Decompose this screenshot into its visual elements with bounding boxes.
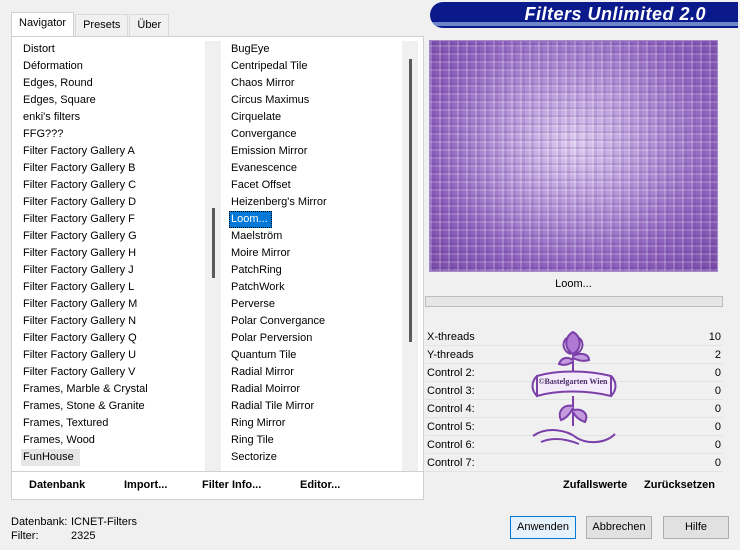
- filter-item[interactable]: Radial Tile Mirror: [229, 398, 409, 415]
- tab-about[interactable]: Über: [129, 14, 170, 36]
- category-item[interactable]: Frames, Wood: [21, 432, 201, 449]
- category-item[interactable]: Déformation: [21, 58, 201, 75]
- filter-scrollbar-thumb[interactable]: [409, 59, 412, 342]
- parameter-value[interactable]: 2: [715, 346, 721, 364]
- import-button[interactable]: Import...: [124, 479, 167, 491]
- category-item[interactable]: Filter Factory Gallery C: [21, 177, 201, 194]
- category-item[interactable]: Filter Factory Gallery H: [21, 245, 201, 262]
- filter-item[interactable]: Cirquelate: [229, 109, 409, 126]
- filter-item[interactable]: Polar Convergance: [229, 313, 409, 330]
- filter-item[interactable]: Heizenberg's Mirror: [229, 194, 409, 211]
- category-item[interactable]: Filter Factory Gallery B: [21, 160, 201, 177]
- category-item[interactable]: Filter Factory Gallery A: [21, 143, 201, 160]
- filter-item[interactable]: Facet Offset: [229, 177, 409, 194]
- filter-list[interactable]: BugEye Centripedal Tile Chaos Mirror Circus…: [229, 41, 409, 466]
- tab-navigator[interactable]: Navigator: [11, 12, 75, 36]
- filter-item[interactable]: Perverse: [229, 296, 409, 313]
- category-item[interactable]: Frames, Textured: [21, 415, 201, 432]
- parameter-label: Control 3:: [427, 385, 475, 397]
- filter-count-label: Filter:: [11, 530, 39, 542]
- category-item[interactable]: Frames, Marble & Crystal: [21, 381, 201, 398]
- category-scrollbar-thumb[interactable]: [212, 208, 215, 278]
- parameter-row[interactable]: Control 7: 0: [425, 454, 723, 472]
- parameter-label: Control 7:: [427, 457, 475, 469]
- parameter-value[interactable]: 10: [709, 328, 721, 346]
- category-item[interactable]: Filter Factory Gallery L: [21, 279, 201, 296]
- category-item[interactable]: Filter Factory Gallery N: [21, 313, 201, 330]
- watermark-text: ©Bastelgarten Wien: [538, 377, 608, 386]
- parameter-value[interactable]: 0: [715, 454, 721, 472]
- bastelgarten-watermark: [531, 330, 617, 445]
- parameter-label: Control 4:: [427, 403, 475, 415]
- category-item[interactable]: Filter Factory Gallery G: [21, 228, 201, 245]
- category-item[interactable]: Filter Factory Gallery V: [21, 364, 201, 381]
- apply-button[interactable]: Anwenden: [510, 516, 576, 539]
- preview-image: [429, 40, 718, 272]
- database-label: Datenbank:: [11, 516, 68, 528]
- title-banner: Filters Unlimited 2.0: [430, 2, 738, 28]
- category-item[interactable]: Edges, Round: [21, 75, 201, 92]
- banner-title: Filters Unlimited 2.0: [524, 4, 706, 24]
- parameter-label: Y-threads: [427, 349, 474, 361]
- parameter-label: X-threads: [427, 331, 475, 343]
- progress-bar: [425, 296, 723, 307]
- editor-button[interactable]: Editor...: [300, 479, 340, 491]
- filter-item[interactable]: PatchRing: [229, 262, 409, 279]
- filter-scrollbar[interactable]: [402, 41, 418, 471]
- filter-item[interactable]: BugEye: [229, 41, 409, 58]
- tab-presets[interactable]: Presets: [75, 14, 129, 36]
- category-item[interactable]: FunHouse: [21, 449, 80, 466]
- database-value: ICNET-Filters: [71, 516, 137, 528]
- parameter-value[interactable]: 0: [715, 364, 721, 382]
- tab-bar: Navigator Presets Über: [11, 12, 170, 36]
- category-item[interactable]: Distort: [21, 41, 201, 58]
- category-item[interactable]: Frames, Stone & Granite: [21, 398, 201, 415]
- filter-item[interactable]: Circus Maximus: [229, 92, 409, 109]
- category-item[interactable]: Edges, Square: [21, 92, 201, 109]
- category-item[interactable]: FFG???: [21, 126, 201, 143]
- cancel-button[interactable]: Abbrechen: [586, 516, 652, 539]
- filter-item[interactable]: Ring Tile: [229, 432, 409, 449]
- parameter-label: Control 5:: [427, 421, 475, 433]
- filter-item[interactable]: Emission Mirror: [229, 143, 409, 160]
- parameter-value[interactable]: 0: [715, 382, 721, 400]
- filter-count-value: 2325: [71, 530, 96, 542]
- filter-item[interactable]: Centripedal Tile: [229, 58, 409, 75]
- random-values-button[interactable]: Zufallswerte: [563, 479, 627, 491]
- category-item[interactable]: Filter Factory Gallery M: [21, 296, 201, 313]
- filter-item[interactable]: PatchWork: [229, 279, 409, 296]
- datenbank-button[interactable]: Datenbank: [29, 479, 85, 491]
- category-item[interactable]: Filter Factory Gallery Q: [21, 330, 201, 347]
- filter-info-button[interactable]: Filter Info...: [202, 479, 261, 491]
- parameter-value[interactable]: 0: [715, 400, 721, 418]
- parameter-value[interactable]: 0: [715, 418, 721, 436]
- filter-item[interactable]: Convergance: [229, 126, 409, 143]
- parameter-label: Control 2:: [427, 367, 475, 379]
- filter-item[interactable]: Radial Moirror: [229, 381, 409, 398]
- filter-item[interactable]: Evanescence: [229, 160, 409, 177]
- category-item[interactable]: Filter Factory Gallery J: [21, 262, 201, 279]
- filter-item[interactable]: Chaos Mirror: [229, 75, 409, 92]
- preview-label: Loom...: [555, 278, 592, 290]
- help-button[interactable]: Hilfe: [663, 516, 729, 539]
- category-list[interactable]: Distort Déformation Edges, Round Edges, Squ…: [21, 41, 201, 466]
- category-item[interactable]: Filter Factory Gallery F: [21, 211, 201, 228]
- filter-item[interactable]: Ring Mirror: [229, 415, 409, 432]
- filter-item[interactable]: Radial Mirror: [229, 364, 409, 381]
- parameter-value[interactable]: 0: [715, 436, 721, 454]
- filter-item[interactable]: Maelström: [229, 228, 409, 245]
- category-item[interactable]: Filter Factory Gallery U: [21, 347, 201, 364]
- filter-item[interactable]: Quantum Tile: [229, 347, 409, 364]
- filter-item[interactable]: Loom...: [229, 211, 272, 228]
- filter-item[interactable]: Polar Perversion: [229, 330, 409, 347]
- filter-item[interactable]: Moire Mirror: [229, 245, 409, 262]
- filter-item[interactable]: Sectorize: [229, 449, 409, 466]
- category-item[interactable]: enki's filters: [21, 109, 201, 126]
- category-item[interactable]: Filter Factory Gallery D: [21, 194, 201, 211]
- navigator-panel: Distort Déformation Edges, Round Edges, Squ…: [11, 36, 424, 472]
- parameter-label: Control 6:: [427, 439, 475, 451]
- category-scrollbar[interactable]: [205, 41, 221, 471]
- reset-button[interactable]: Zurücksetzen: [644, 479, 715, 491]
- footer-info: Datenbank: ICNET-Filters Filter: 2325: [11, 515, 137, 543]
